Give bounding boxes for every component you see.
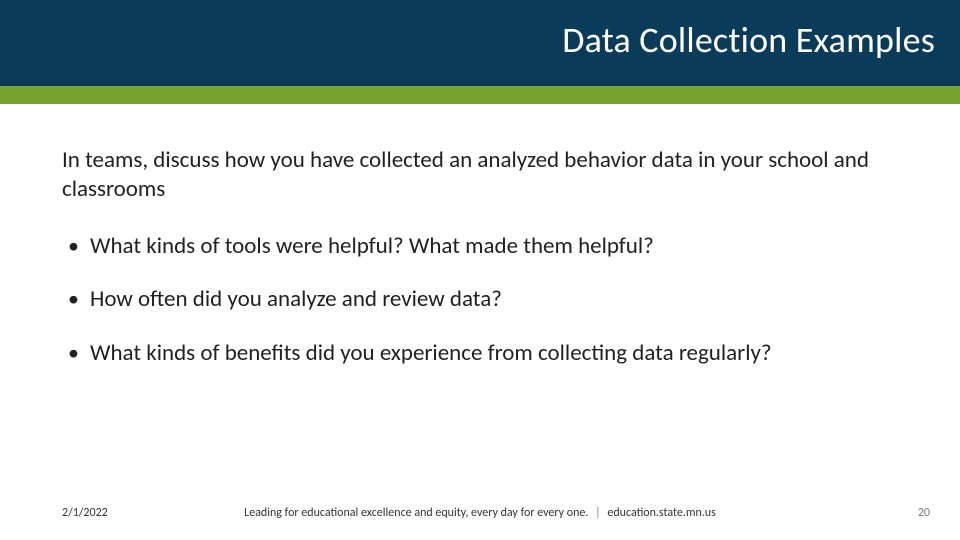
footer-tagline: Leading for educational excellence and e… — [0, 506, 960, 520]
footer-site: education.state.mn.us — [607, 506, 715, 520]
footer-page-number: 20 — [918, 506, 930, 520]
bullet-list: What kinds of tools were helpful? What m… — [62, 232, 902, 370]
bullet-item: How often did you analyze and review dat… — [62, 285, 902, 315]
slide-title: Data Collection Examples — [562, 18, 935, 62]
slide: Data Collection Examples In teams, discu… — [0, 0, 960, 540]
slide-footer: 2/1/2022 Leading for educational excelle… — [0, 500, 960, 520]
accent-bar — [0, 86, 960, 104]
lead-paragraph: In teams, discuss how you have collected… — [62, 146, 902, 204]
footer-separator: | — [595, 506, 601, 520]
footer-tagline-text: Leading for educational excellence and e… — [244, 506, 588, 520]
bullet-item: What kinds of tools were helpful? What m… — [62, 232, 902, 262]
slide-body: In teams, discuss how you have collected… — [62, 146, 902, 393]
bullet-item: What kinds of benefits did you experienc… — [62, 339, 902, 369]
